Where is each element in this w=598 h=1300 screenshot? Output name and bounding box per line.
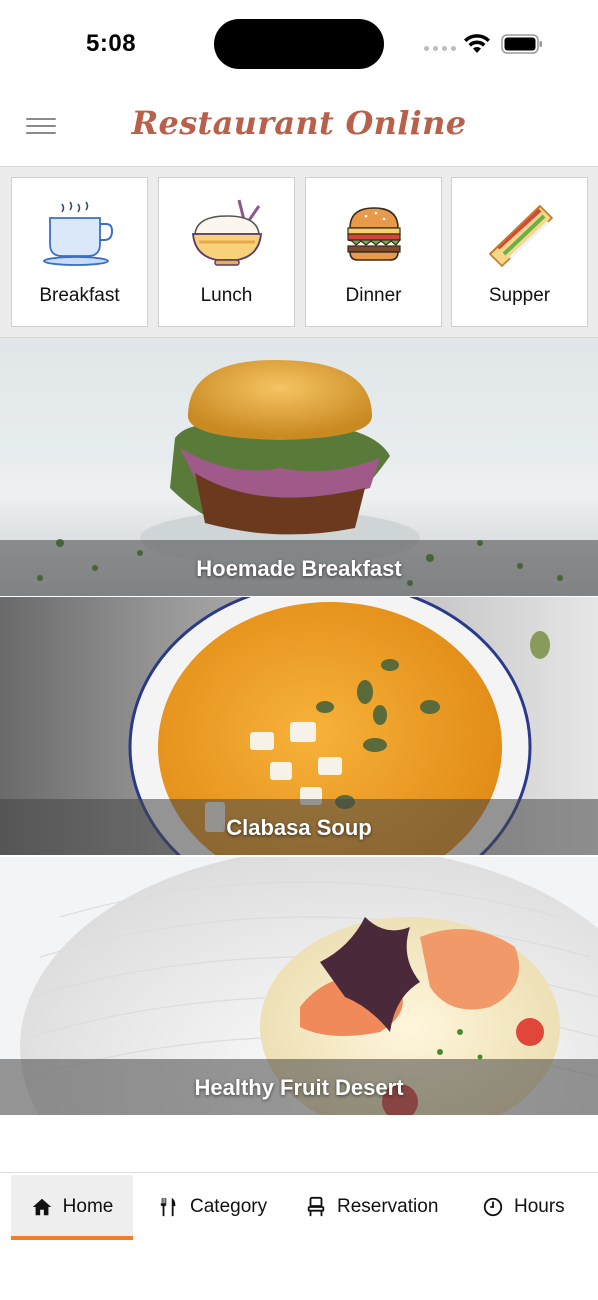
sandwich-icon [488,204,553,268]
category-label: Supper [488,285,551,306]
feature-banner-breakfast[interactable]: Hoemade Breakfast [0,338,598,596]
app-title: Restaurant Online [131,104,467,142]
active-tab-indicator [11,1236,133,1240]
tab-label: Category [190,1196,268,1217]
tab-hours[interactable]: Hours [482,1175,565,1239]
fork-knife-icon [160,1197,176,1217]
clock-icon [483,1197,503,1217]
tab-reservation[interactable]: Reservation [305,1175,438,1239]
category-supper[interactable]: Supper [451,177,588,327]
wifi-icon [464,34,490,53]
feature-caption: Hoemade Breakfast [196,556,402,581]
home-icon [32,1198,51,1216]
dynamic-island [214,19,384,69]
battery-icon [501,34,542,54]
feature-banner-dessert[interactable]: Healthy Fruit Desert [0,857,598,1115]
feature-caption: Healthy Fruit Desert [194,1075,404,1100]
category-label: Breakfast [39,285,120,306]
tab-label: Home [62,1196,114,1217]
tab-home[interactable]: Home [11,1175,133,1239]
nav-header: Restaurant Online [0,90,598,166]
tab-label: Hours [514,1196,565,1217]
category-label: Lunch [200,285,253,306]
tab-label: Reservation [337,1196,439,1217]
status-time: 5:08 [86,30,137,57]
category-grid: Breakfast Lunch Dinner Supper [0,166,598,338]
category-dinner[interactable]: Dinner [305,177,442,327]
status-bar: 5:08 [0,0,598,90]
category-label: Dinner [345,285,402,306]
rice-bowl-icon [191,199,262,266]
feature-caption: Clabasa Soup [226,815,372,840]
tab-bar: Home Category Reservation Hours [0,1172,598,1300]
cellular-signal-icon [424,46,456,51]
tab-category[interactable]: Category [158,1175,267,1239]
category-breakfast[interactable]: Breakfast [11,177,148,327]
burger-icon [346,207,401,261]
coffee-cup-icon [42,201,113,266]
chair-icon [307,1196,325,1217]
feature-banner-soup[interactable]: Clabasa Soup [0,597,598,855]
category-lunch[interactable]: Lunch [158,177,295,327]
